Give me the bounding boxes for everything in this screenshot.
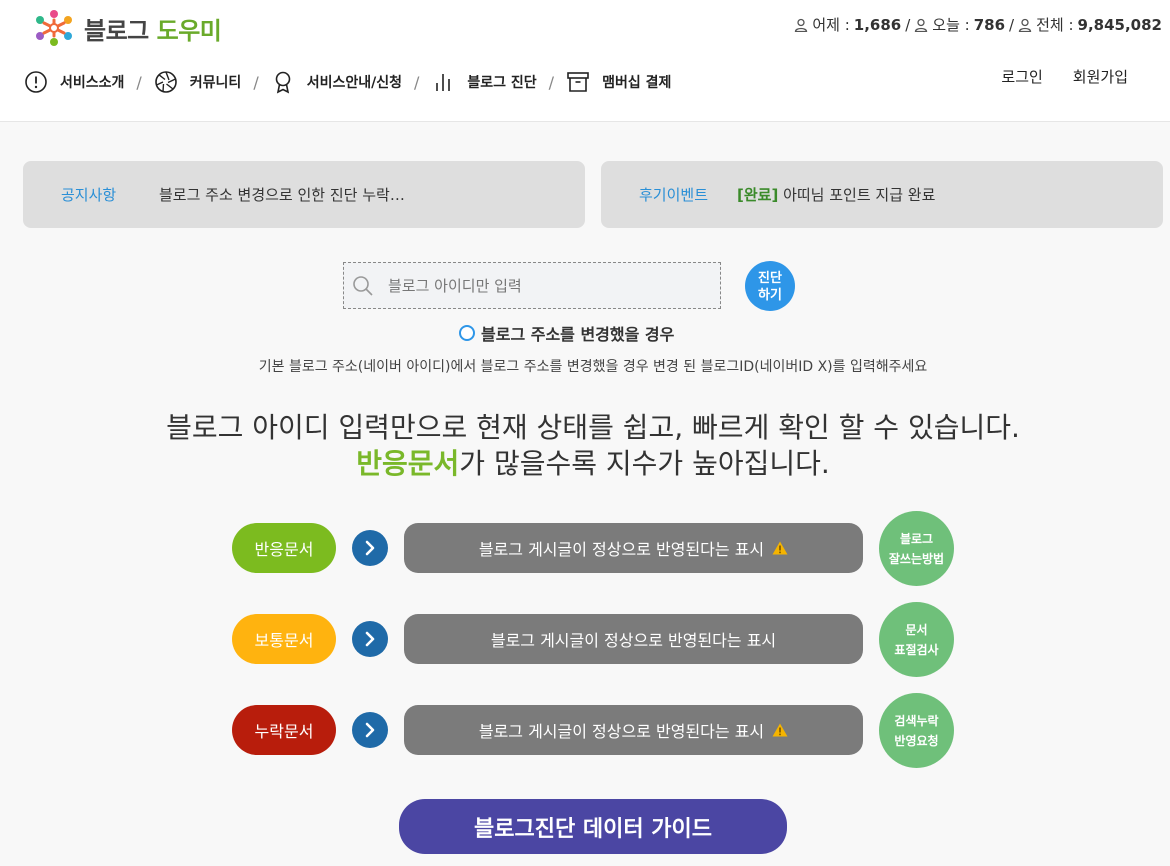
address-changed-radio[interactable] [459,325,475,341]
auth-links: 로그인 회원가입 [1001,66,1128,87]
doc-status-bar: 블로그 게시글이 정상으로 반영된다는 표시 [404,614,863,664]
doc-row-reaction: 반응문서 블로그 게시글이 정상으로 반영된다는 표시 블로그 잘쓰는방법 [0,511,1170,586]
nav-separator: / [253,72,259,92]
person-icon [795,18,808,32]
signup-link[interactable]: 회원가입 [1073,66,1128,87]
stats-total-label: 전체 : [1036,16,1074,34]
doc-status-text: 블로그 게시글이 정상으로 반영된다는 표시 [478,540,765,559]
chevron-right-icon[interactable] [352,621,388,657]
circle-line1: 검색누락 [894,713,939,728]
review-event-text[interactable]: [완료] 아띠님 포인트 지급 완료 [737,184,935,205]
review-event-label: 후기이벤트 [639,186,709,204]
doc-row-missing: 누락문서 블로그 게시글이 정상으로 반영된다는 표시 검색누락 반영요청 [0,693,1170,768]
main-nav: 서비스소개 / 커뮤니티 / 서비스안내/신청 / 블로그 진단 / 맴버십 결… [24,70,671,94]
bar-chart-icon [436,74,451,91]
nav-item-blog-diagnosis[interactable]: 블로그 진단 [431,70,537,94]
blog-id-input[interactable] [388,276,688,295]
plagiarism-check-button[interactable]: 문서 표절검사 [879,602,954,677]
review-event-status: [완료] [737,186,779,204]
visitor-stats: 어제 : 1,686 / 오늘 : 786 / 전체 : 9,845,082 [794,14,1162,35]
nav-item-service-guide[interactable]: 서비스안내/신청 [271,70,402,94]
circle-line2: 표절검사 [894,642,939,657]
stats-sep: / [1009,15,1015,34]
doc-status-bar: 블로그 게시글이 정상으로 반영된다는 표시 [404,705,863,755]
review-event-message: 아띠님 포인트 지급 완료 [778,186,936,204]
exclamation-circle-icon [25,71,47,93]
login-link[interactable]: 로그인 [1001,66,1042,87]
nav-item-label: 서비스소개 [60,75,125,91]
person-icon [915,18,928,32]
doc-status-text: 블로그 게시글이 정상으로 반영된다는 표시 [490,631,777,650]
circle-line1: 블로그 [899,531,934,546]
chevron-right-icon[interactable] [352,530,388,566]
diagnose-button-line2: 하기 [758,287,782,302]
doc-status-text: 블로그 게시글이 정상으로 반영된다는 표시 [478,722,765,741]
nav-item-service-intro[interactable]: 서비스소개 [24,70,124,94]
stats-sep: / [905,15,911,34]
stats-total-value: 9,845,082 [1077,15,1162,34]
logo[interactable]: 블로그 도우미 [32,8,222,48]
logo-people-icon [36,10,72,46]
search-icon [353,275,373,296]
headline-line1: 블로그 아이디 입력만으로 현재 상태를 쉽고, 빠르게 확인 할 수 있습니다… [166,411,1020,444]
diagnosis-data-guide-button[interactable]: 블로그진단 데이터 가이드 [399,799,787,854]
diagnose-button-line1: 진단 [758,270,782,285]
nav-item-label: 커뮤니티 [189,75,242,91]
diagnose-button[interactable]: 진단 하기 [745,261,795,311]
stats-today-label: 오늘 : [932,16,970,34]
circle-line2: 반영요청 [894,733,939,748]
logo-text-part2: 도우미 [156,16,222,45]
search-box [343,262,721,309]
warning-icon [772,723,788,737]
circle-line2: 잘쓰는방법 [888,551,945,566]
nav-separator: / [136,72,142,92]
nav-item-community[interactable]: 커뮤니티 [154,70,242,94]
warning-icon [772,541,788,555]
notice-box[interactable]: 공지사항 블로그 주소 변경으로 인한 진단 누락… [23,161,585,228]
nav-separator: / [548,72,555,92]
headline-line2-rest: 가 많을수록 지수가 높아집니다. [459,447,830,480]
doc-pill-normal: 보통문서 [232,614,336,664]
address-changed-label: 블로그 주소를 변경했을 경우 [481,325,675,344]
stats-today-value: 786 [973,15,1006,34]
search-missing-request-button[interactable]: 검색누락 반영요청 [879,693,954,768]
review-event-box[interactable]: 후기이벤트 [완료] 아띠님 포인트 지급 완료 [601,161,1163,228]
notice-label: 공지사항 [61,186,117,204]
circle-line1: 문서 [905,622,928,637]
notice-text[interactable]: 블로그 주소 변경으로 인한 진단 누락… [159,184,405,205]
nav-item-membership-payment[interactable]: 맴버십 결제 [566,70,671,94]
doc-row-normal: 보통문서 블로그 게시글이 정상으로 반영된다는 표시 문서 표절검사 [0,602,1170,677]
chevron-right-icon[interactable] [352,712,388,748]
nav-item-label: 블로그 진단 [467,75,537,91]
blog-writing-tips-button[interactable]: 블로그 잘쓰는방법 [879,511,954,586]
person-icon [1018,18,1032,32]
address-changed-desc: 기본 블로그 주소(네이버 아이디)에서 블로그 주소를 변경했을 경우 변경 … [258,359,928,375]
nav-item-label: 서비스안내/신청 [306,75,402,91]
aperture-icon [154,71,177,93]
doc-status-bar: 블로그 게시글이 정상으로 반영된다는 표시 [404,523,863,573]
doc-pill-missing: 누락문서 [232,705,336,755]
nav-separator: / [414,72,420,92]
doc-pill-reaction: 반응문서 [232,523,336,573]
stats-yesterday-value: 1,686 [853,15,902,34]
award-ribbon-icon [275,71,291,94]
headline-line2: 반응문서가 많을수록 지수가 높아집니다. [0,446,1170,482]
headline-highlight: 반응문서 [356,447,460,480]
logo-text-part1: 블로그 [84,16,149,45]
nav-item-label: 맴버십 결제 [602,75,672,91]
logo-text: 블로그 도우미 [84,11,222,46]
archive-box-icon [567,72,589,92]
header: 블로그 도우미 어제 : 1,686 / 오늘 : 786 / 전체 : 9,8… [0,0,1170,122]
headline: 블로그 아이디 입력만으로 현재 상태를 쉽고, 빠르게 확인 할 수 있습니다… [0,410,1170,482]
address-changed-option[interactable]: 블로그 주소를 변경했을 경우 [459,321,674,345]
stats-yesterday-label: 어제 : [812,16,850,34]
